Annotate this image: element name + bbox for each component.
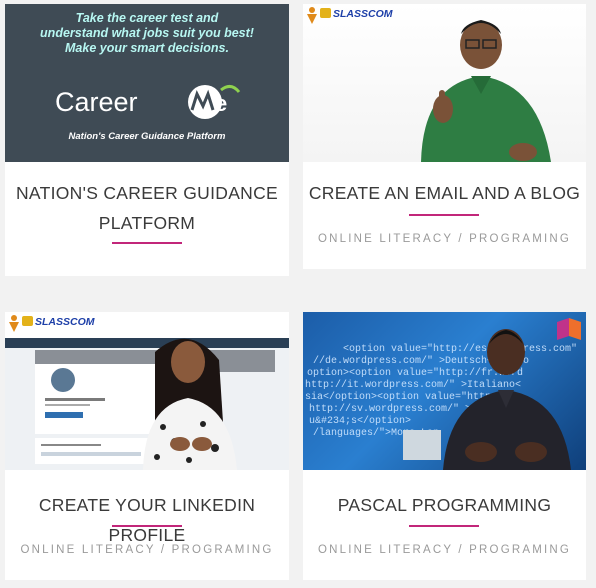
slasscom-logo: SLASSCOM bbox=[9, 315, 95, 332]
course-category[interactable]: ONLINE LITERACY / PROGRAMING bbox=[5, 544, 289, 556]
presenter-image bbox=[403, 318, 581, 470]
course-thumbnail[interactable]: SLASSCOM bbox=[5, 312, 289, 470]
svg-text:Career: Career bbox=[55, 87, 138, 117]
title-divider bbox=[112, 242, 182, 244]
slasscom-logo: SLASSCOM bbox=[307, 7, 393, 24]
course-title[interactable]: NATION'S CAREER GUIDANCE PLATFORM bbox=[5, 178, 289, 238]
thumbnail-text-line: understand what jobs suit you best! bbox=[40, 26, 254, 40]
course-thumbnail[interactable]: Take the career test and understand what… bbox=[5, 4, 289, 162]
thumbnail-tagline: Nation's Career Guidance Platform bbox=[68, 131, 226, 142]
svg-text:SLASSCOM: SLASSCOM bbox=[333, 8, 393, 20]
course-thumbnail[interactable]: SLASSCOM bbox=[303, 4, 586, 162]
title-divider bbox=[112, 525, 182, 527]
title-divider bbox=[409, 525, 479, 527]
course-category[interactable]: ONLINE LITERACY / PROGRAMING bbox=[303, 233, 586, 245]
careerme-logo: Career e bbox=[55, 85, 241, 119]
course-card-email-blog[interactable]: SLASSCOM CREATE AN EMAIL AND A BLOG ONLI… bbox=[303, 4, 586, 269]
presenter-image: SLASSCOM bbox=[5, 315, 289, 470]
course-card-career-guidance[interactable]: Take the career test and understand what… bbox=[5, 4, 289, 276]
course-thumbnail[interactable]: <option value="http://es.wordpress.com" … bbox=[303, 312, 586, 470]
course-card-linkedin[interactable]: SLASSCOM CREATE YOUR LINKEDIN PROFILE ON… bbox=[5, 312, 289, 580]
thumbnail-text-line: Take the career test and bbox=[75, 11, 219, 25]
course-title[interactable]: CREATE YOUR LINKEDIN PROFILE bbox=[5, 490, 289, 550]
course-title[interactable]: CREATE AN EMAIL AND A BLOG bbox=[303, 178, 586, 208]
course-card-pascal[interactable]: <option value="http://es.wordpress.com" … bbox=[303, 312, 586, 580]
course-title[interactable]: PASCAL PROGRAMMING bbox=[303, 490, 586, 520]
presenter-image: SLASSCOM bbox=[307, 7, 551, 162]
course-category[interactable]: ONLINE LITERACY / PROGRAMING bbox=[303, 544, 586, 556]
title-divider bbox=[409, 214, 479, 216]
svg-text:e: e bbox=[215, 91, 227, 116]
book-logo-icon bbox=[557, 318, 581, 340]
thumbnail-text-line: Make your smart decisions. bbox=[65, 41, 229, 55]
svg-text:SLASSCOM: SLASSCOM bbox=[35, 316, 95, 328]
